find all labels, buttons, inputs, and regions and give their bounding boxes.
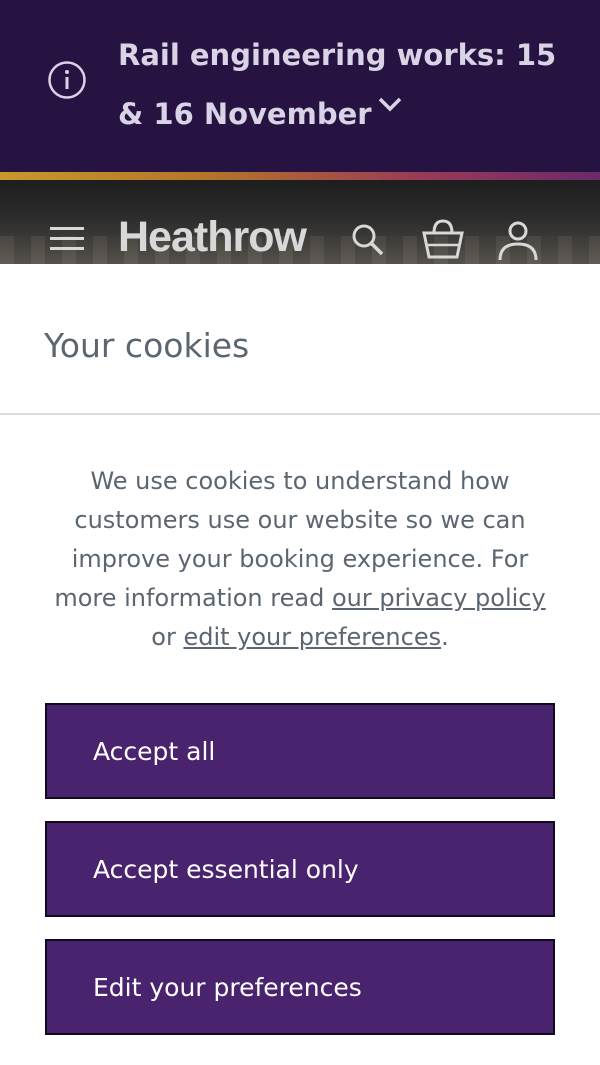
account-icon[interactable] [496, 220, 540, 264]
privacy-policy-link[interactable]: our privacy policy [332, 584, 546, 612]
hamburger-menu-icon[interactable] [50, 224, 84, 254]
edit-preferences-button[interactable]: Edit your preferences [45, 939, 555, 1035]
alert-banner[interactable]: Rail engineering works: 15 & 16 November [0, 0, 600, 172]
alert-text: Rail engineering works: 15 & 16 November [118, 38, 557, 131]
cookie-description-end: . [441, 623, 449, 651]
cookie-consent-dialog: Your cookies We use cookies to understan… [0, 264, 600, 1065]
accept-all-button[interactable]: Accept all [45, 703, 555, 799]
edit-preferences-link[interactable]: edit your preferences [183, 623, 441, 651]
cookie-dialog-title: Your cookies [44, 326, 250, 365]
cookie-description: We use cookies to understand how custome… [40, 462, 560, 657]
chevron-down-icon[interactable] [376, 95, 404, 115]
accept-essential-button[interactable]: Accept essential only [45, 821, 555, 917]
info-circle-icon [48, 61, 86, 99]
basket-icon[interactable] [421, 217, 465, 261]
site-header: Heathrow [0, 180, 600, 264]
cookie-description-or: or [151, 623, 184, 651]
accent-stripe [0, 172, 600, 180]
search-icon[interactable] [350, 222, 386, 258]
divider [0, 413, 600, 415]
heathrow-logo[interactable]: Heathrow [118, 213, 307, 262]
